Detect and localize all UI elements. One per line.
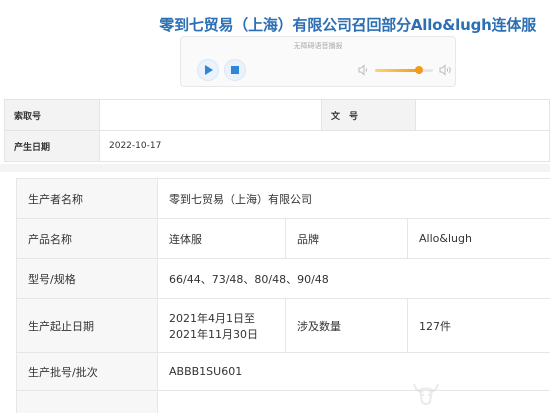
- play-icon: [205, 65, 213, 75]
- doc-number-label: 文 号: [321, 99, 416, 131]
- brand-label: 品牌: [285, 218, 408, 259]
- table-row: 生产起止日期 2021年4月1日至 2021年11月30日 涉及数量 127件: [16, 298, 550, 353]
- index-label: 索取号: [4, 99, 100, 131]
- volume-high-icon[interactable]: [439, 64, 453, 76]
- table-row: 生产批号/批次 ABBB1SU601: [16, 352, 550, 391]
- volume-low-icon[interactable]: [357, 64, 369, 76]
- index-value: [99, 99, 322, 131]
- volume-slider-fill: [375, 69, 419, 72]
- date-label: 产生日期: [4, 130, 100, 162]
- bull-logo-icon: [413, 383, 439, 405]
- model-value: 66/44、73/48、80/48、90/48: [157, 258, 550, 299]
- producer-value: 零到七贸易（上海）有限公司: [157, 178, 550, 219]
- meta-row-index: 索取号 文 号: [4, 99, 550, 131]
- table-row: 产品名称 连体服 品牌 Allo&lugh: [16, 218, 550, 259]
- meta-row-date: 产生日期 2022-10-17: [4, 130, 550, 162]
- page-title: 零到七贸易（上海）有限公司召回部分Allo&lugh连体服: [159, 16, 536, 34]
- stop-icon: [231, 66, 239, 74]
- period-end: 2021年11月30日: [169, 327, 258, 341]
- batch-value: ABBB1SU601: [157, 352, 550, 391]
- table-row: 生产者名称 零到七贸易（上海）有限公司: [16, 178, 550, 219]
- doc-number-value: [415, 99, 550, 131]
- period-value: 2021年4月1日至 2021年11月30日: [157, 298, 286, 353]
- product-value: 连体服: [157, 218, 286, 259]
- batch-label: 生产批号/批次: [16, 352, 158, 391]
- empty-value-cell: [157, 390, 550, 413]
- player-hint: 无障碍语音播报: [293, 42, 343, 50]
- volume-slider-knob[interactable]: [414, 66, 423, 74]
- date-value: 2022-10-17: [99, 130, 550, 162]
- brand-value: Allo&lugh: [407, 218, 550, 259]
- stop-button[interactable]: [224, 59, 246, 81]
- producer-label: 生产者名称: [16, 178, 158, 219]
- audio-player: 无障碍语音播报: [180, 36, 456, 87]
- table-row: 型号/规格 66/44、73/48、80/48、90/48: [16, 258, 550, 299]
- volume-slider[interactable]: [375, 66, 433, 74]
- play-button[interactable]: [197, 59, 219, 81]
- recall-detail-table: 生产者名称 零到七贸易（上海）有限公司 产品名称 连体服 品牌 Allo&lug…: [16, 178, 550, 413]
- section-divider: [0, 164, 550, 172]
- qty-label: 涉及数量: [285, 298, 408, 353]
- document-meta-table: 索取号 文 号 产生日期 2022-10-17: [4, 99, 550, 162]
- qty-value: 127件: [407, 298, 550, 353]
- period-label: 生产起止日期: [16, 298, 158, 353]
- empty-label-cell: [16, 390, 158, 413]
- period-start: 2021年4月1日至: [169, 311, 255, 325]
- model-label: 型号/规格: [16, 258, 158, 299]
- product-label: 产品名称: [16, 218, 158, 259]
- table-row: [16, 390, 550, 413]
